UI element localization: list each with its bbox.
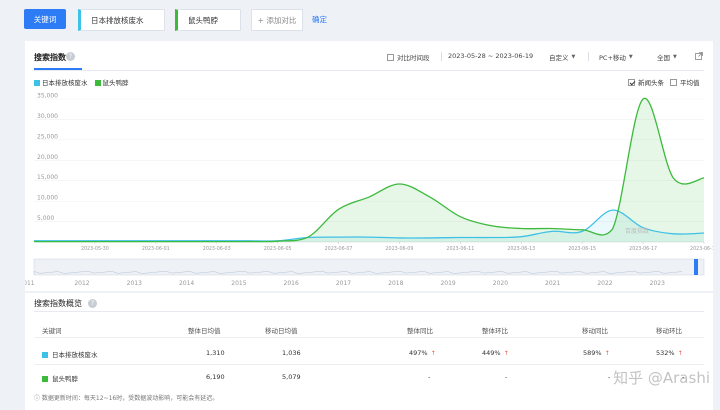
keyword-button[interactable]: 关键词 [24,9,66,29]
navigator-year-label: 2021 [545,280,560,287]
navigator-year-label: 2017 [336,280,351,287]
header-mobile-mom: 移动环比 [656,327,682,335]
x-tick-label: 2023-06-07 [325,246,353,252]
row-divider [34,364,704,365]
header-overall-avg: 整体日均值 [188,327,221,335]
series-swatch-icon [42,352,48,358]
navigator-year-label: 2014 [179,280,194,287]
help-icon[interactable]: ? [88,299,97,308]
x-tick-label: 2023-06-13 [507,246,535,252]
arrow-up-icon: ↑ [430,350,436,357]
series-swatch-icon [42,376,48,382]
y-axis-ticks: 35,000 30,000 25,000 20,000 15,000 10,000 5,00… [37,93,58,223]
navigator-year-labels: 2011 2012 2013 2014 2015 2016 2017 2018 2019 2020… [25,280,665,287]
navigator-year-label: 2012 [74,280,89,287]
add-compare-button[interactable]: + 添加对比 [251,9,303,31]
navigator-year-label: 2019 [440,280,455,287]
info-icon: ⓘ [34,395,42,402]
divider [34,311,704,312]
arrow-up-icon: ↑ [677,350,683,357]
update-note-text: 数据更新时间：每天12~16时，受数据波动影响，可能会有延迟。 [41,395,219,402]
navigator-year-label: 2011 [25,280,35,287]
header-overall-mom: 整体环比 [482,327,508,335]
row-1-overall-yoy: 497% ↑ [409,349,436,357]
row-1-keyword: 日本排放核废水 [42,349,98,359]
navigator-handle [694,259,698,275]
term-input-1[interactable]: 日本排放核废水 [78,9,165,31]
watermark: 知乎 @Arashi [613,369,710,387]
header-mobile-avg: 移动日均值 [265,327,298,335]
arrow-up-icon: ↑ [503,350,509,357]
row-2-overall-avg: 6,190 [206,373,225,381]
time-navigator [33,258,705,276]
row-2-mobile-avg: 5,079 [282,373,301,381]
row-2-keyword: 鼠头鸭脖 [42,373,78,383]
y-tick-label: 35,000 [37,93,58,100]
navigator-year-label: 2018 [388,280,403,287]
summary-panel: 搜索指数概览 ? 关键词 整体日均值 移动日均值 整体同比 整体环比 移动同比 … [25,293,713,410]
row-1-mobile-yoy: 589% ↑ [583,349,610,357]
row-1-overall-yoy-value: 497% [409,349,428,357]
search-index-chart[interactable]: 35,000 30,000 25,000 20,000 15,000 10,000 5,00… [25,41,713,291]
row-1-mobile-yoy-value: 589% [583,349,602,357]
navigator-track [33,258,705,276]
y-tick-label: 25,000 [37,133,58,140]
row-1-overall-mom-value: 449% [482,349,501,357]
header-mobile-yoy: 移动同比 [582,327,608,335]
row-1-mobile-mom-value: 532% [656,349,675,357]
navigator-year-label: 2022 [597,280,612,287]
row-2-keyword-text: 鼠头鸭脖 [52,375,78,383]
row-2-overall-mom: - [505,373,508,381]
header-overall-yoy: 整体同比 [407,327,433,335]
summary-title: 搜索指数概览 [34,299,82,308]
y-tick-label: 20,000 [37,154,58,161]
header-keyword: 关键词 [42,327,62,335]
search-index-panel: 搜索指数 ? 对比时间段 2023-05-28 ~ 2023-06-19 自定义… [25,41,713,291]
x-tick-label: 2023-06-01 [142,246,170,252]
update-note: ⓘ 数据更新时间：每天12~16时，受数据波动影响，可能会有延迟。 [34,393,218,402]
navigator-year-label: 2015 [231,280,246,287]
x-axis-ticks: 2023-05-30 2023-06-01 2023-06-03 2023-06-05… [81,242,713,252]
navigator-year-label: 2020 [493,280,508,287]
y-tick-label: 30,000 [37,113,58,120]
y-tick-label: 10,000 [37,195,58,202]
x-tick-label: 2023-06-19 [690,246,713,252]
x-tick-label: 2023-06-15 [568,246,596,252]
term-input-2[interactable]: 鼠头鸭脖 [175,9,241,31]
top-bar: 关键词 日本排放核废水 鼠头鸭脖 + 添加对比 确定 [0,0,720,38]
x-tick-label: 2023-06-03 [203,246,231,252]
x-tick-label: 2023-05-30 [81,246,109,252]
x-tick-label: 2023-06-05 [264,246,292,252]
confirm-link[interactable]: 确定 [312,14,327,25]
row-divider [34,337,704,338]
navigator-year-label: 2016 [284,280,299,287]
row-1-mobile-mom: 532% ↑ [656,349,683,357]
row-2-overall-yoy: - [428,373,431,381]
x-tick-label: 2023-06-11 [446,246,474,252]
row-1-keyword-text: 日本排放核废水 [52,351,98,359]
y-tick-label: 15,000 [37,174,58,181]
row-1-overall-mom: 449% ↑ [482,349,509,357]
chart-areas [34,98,704,242]
row-2-mobile-yoy: - [608,373,611,381]
row-1-overall-avg: 1,310 [206,349,225,357]
y-tick-label: 5,000 [37,215,54,222]
navigator-year-label: 2023 [650,280,665,287]
x-tick-label: 2023-06-09 [386,246,414,252]
arrow-up-icon: ↑ [604,350,610,357]
navigator-year-label: 2013 [127,280,142,287]
chart-watermark: 百度指数 [625,227,649,235]
x-tick-label: 2023-06-17 [629,246,657,252]
row-1-mobile-avg: 1,036 [282,349,301,357]
